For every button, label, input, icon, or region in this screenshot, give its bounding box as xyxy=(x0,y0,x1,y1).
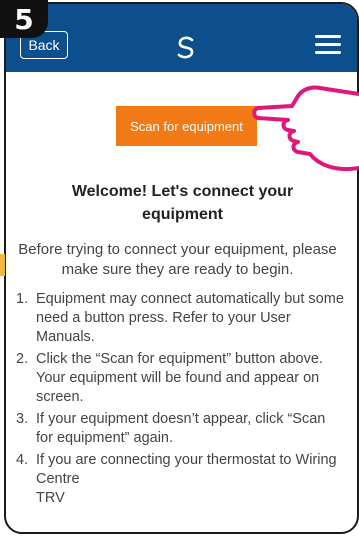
pointing-hand-icon xyxy=(252,85,359,171)
hamburger-menu-icon[interactable] xyxy=(315,35,341,55)
salus-logo-icon xyxy=(177,36,194,59)
intro-text: Before trying to connect your equipment,… xyxy=(18,241,337,278)
instruction-item: 2. Click the “Scan for equipment” button… xyxy=(16,351,323,405)
instruction-item: 4. If you are connecting your thermostat… xyxy=(6,451,357,508)
instruction-item: 1. Equipment may connect automatically b… xyxy=(16,291,344,345)
instruction-list: 1. Equipment may connect automatically b… xyxy=(6,290,357,511)
step-number-badge: 5 xyxy=(0,0,48,38)
instruction-item: 3. If your equipment doesn’t appear, cli… xyxy=(16,411,326,446)
top-navbar: Back xyxy=(6,4,357,72)
edge-marker xyxy=(0,254,5,276)
phone-screen: Back Scan for equipment Welcome! Let's c… xyxy=(4,2,359,534)
welcome-line-2: equipment xyxy=(142,206,223,223)
scan-for-equipment-button[interactable]: Scan for equipment xyxy=(116,106,257,146)
trv-label: TRV xyxy=(36,490,65,506)
